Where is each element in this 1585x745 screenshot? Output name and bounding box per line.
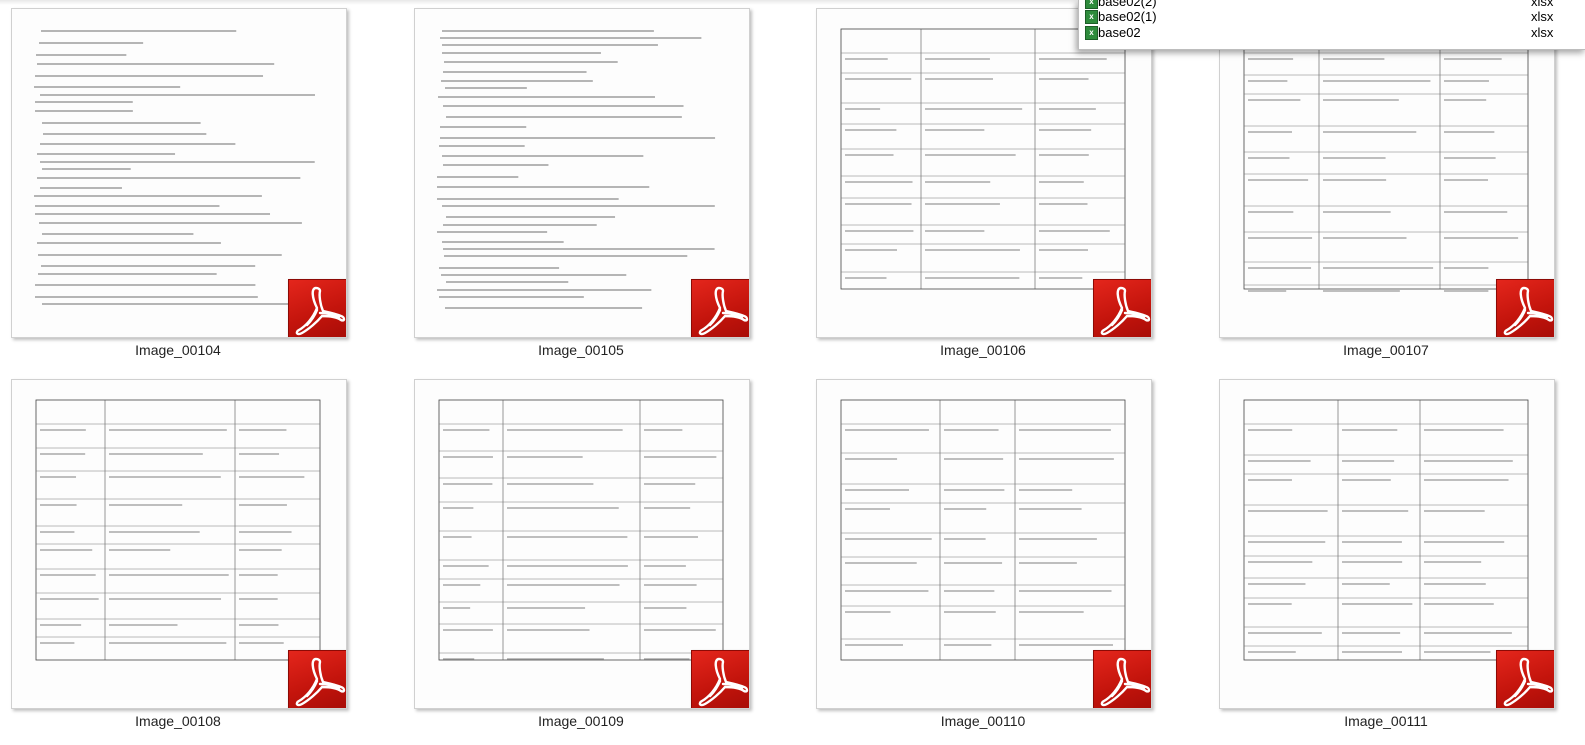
popup-item-type: xlsx: [1531, 9, 1554, 24]
excel-icon: x: [1085, 0, 1098, 9]
file-name[interactable]: Image_00109: [403, 713, 759, 729]
file-tile[interactable]: Image_00107: [1208, 0, 1568, 372]
file-grid: Image_00104 Image_00105 Image_00106 Imag…: [0, 0, 1585, 745]
pdf-icon: [288, 650, 346, 708]
document-preview: [833, 394, 1133, 694]
file-name[interactable]: Image_00107: [1208, 342, 1564, 358]
document-thumbnail: [11, 8, 347, 338]
file-name[interactable]: Image_00105: [403, 342, 759, 358]
document-preview: [1236, 394, 1536, 694]
pdf-icon: [691, 279, 749, 337]
file-name[interactable]: Image_00106: [805, 342, 1161, 358]
pdf-icon: [691, 650, 749, 708]
file-tile[interactable]: Image_00108: [0, 371, 360, 743]
popup-list-item[interactable]: x base02(1) xlsx: [1083, 9, 1585, 25]
document-thumbnail: [414, 379, 750, 709]
pdf-icon: [1093, 650, 1151, 708]
pdf-icon: [1093, 279, 1151, 337]
file-tile[interactable]: Image_00104: [0, 0, 360, 372]
document-preview: [28, 394, 328, 694]
file-name[interactable]: Image_00104: [0, 342, 356, 358]
excel-icon: x: [1085, 10, 1098, 24]
popup-item-type: xlsx: [1531, 0, 1554, 9]
document-thumbnail: [1219, 8, 1555, 338]
file-tile[interactable]: Image_00110: [805, 371, 1165, 743]
file-tile[interactable]: Image_00109: [403, 371, 763, 743]
file-name[interactable]: Image_00110: [805, 713, 1161, 729]
document-thumbnail: [1219, 379, 1555, 709]
popup-item-name: base02: [1098, 25, 1141, 40]
file-tile[interactable]: Image_00111: [1208, 371, 1568, 743]
document-preview: [28, 23, 328, 323]
popup-item-name: base02(2): [1098, 0, 1157, 9]
pdf-icon: [1496, 650, 1554, 708]
popup-item-name: base02(1): [1098, 9, 1157, 24]
document-thumbnail: [414, 8, 750, 338]
excel-icon: x: [1085, 26, 1098, 40]
popup-list-item[interactable]: x base02 xlsx: [1083, 25, 1585, 41]
document-thumbnail: [11, 379, 347, 709]
file-tile[interactable]: Image_00106: [805, 0, 1165, 372]
document-preview: [431, 23, 731, 323]
pdf-icon: [288, 279, 346, 337]
file-list-popup: x base02(2) xlsx x base02(1) xlsx x base…: [1078, 0, 1585, 50]
file-name[interactable]: Image_00108: [0, 713, 356, 729]
document-preview: [833, 23, 1133, 323]
pdf-icon: [1496, 279, 1554, 337]
document-thumbnail: [816, 8, 1152, 338]
file-name[interactable]: Image_00111: [1208, 713, 1564, 729]
document-preview: [1236, 23, 1536, 323]
file-tile[interactable]: Image_00105: [403, 0, 763, 372]
document-thumbnail: [816, 379, 1152, 709]
popup-item-type: xlsx: [1531, 25, 1554, 40]
document-preview: [431, 394, 731, 694]
